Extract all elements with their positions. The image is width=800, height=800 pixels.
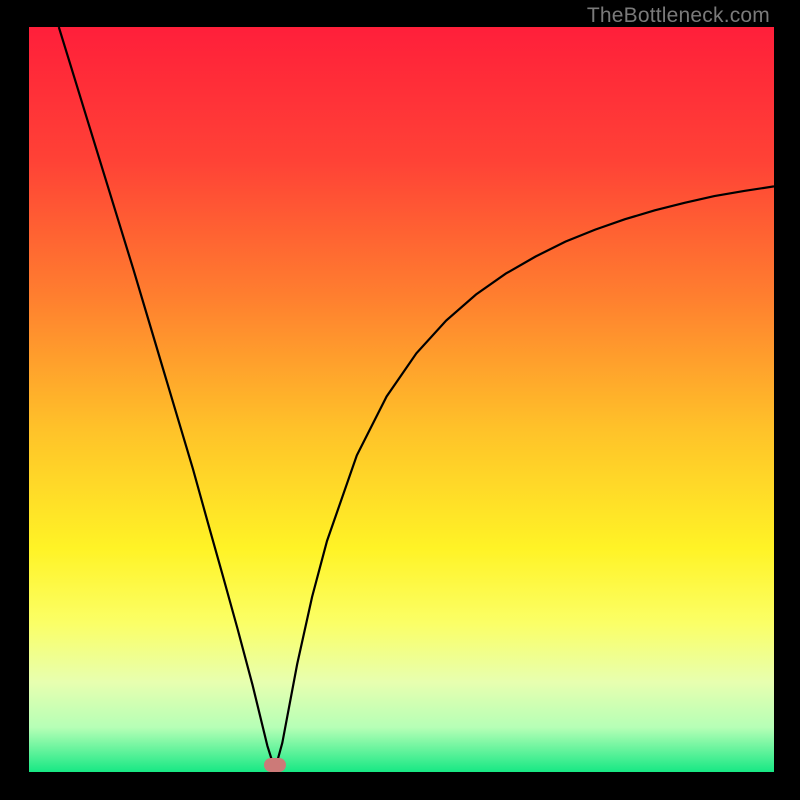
chart-frame: TheBottleneck.com	[0, 0, 800, 800]
gradient-background	[29, 27, 774, 772]
optimum-marker	[264, 758, 286, 772]
curve-svg	[29, 27, 774, 772]
plot-area	[29, 27, 774, 772]
watermark-label: TheBottleneck.com	[587, 4, 770, 28]
